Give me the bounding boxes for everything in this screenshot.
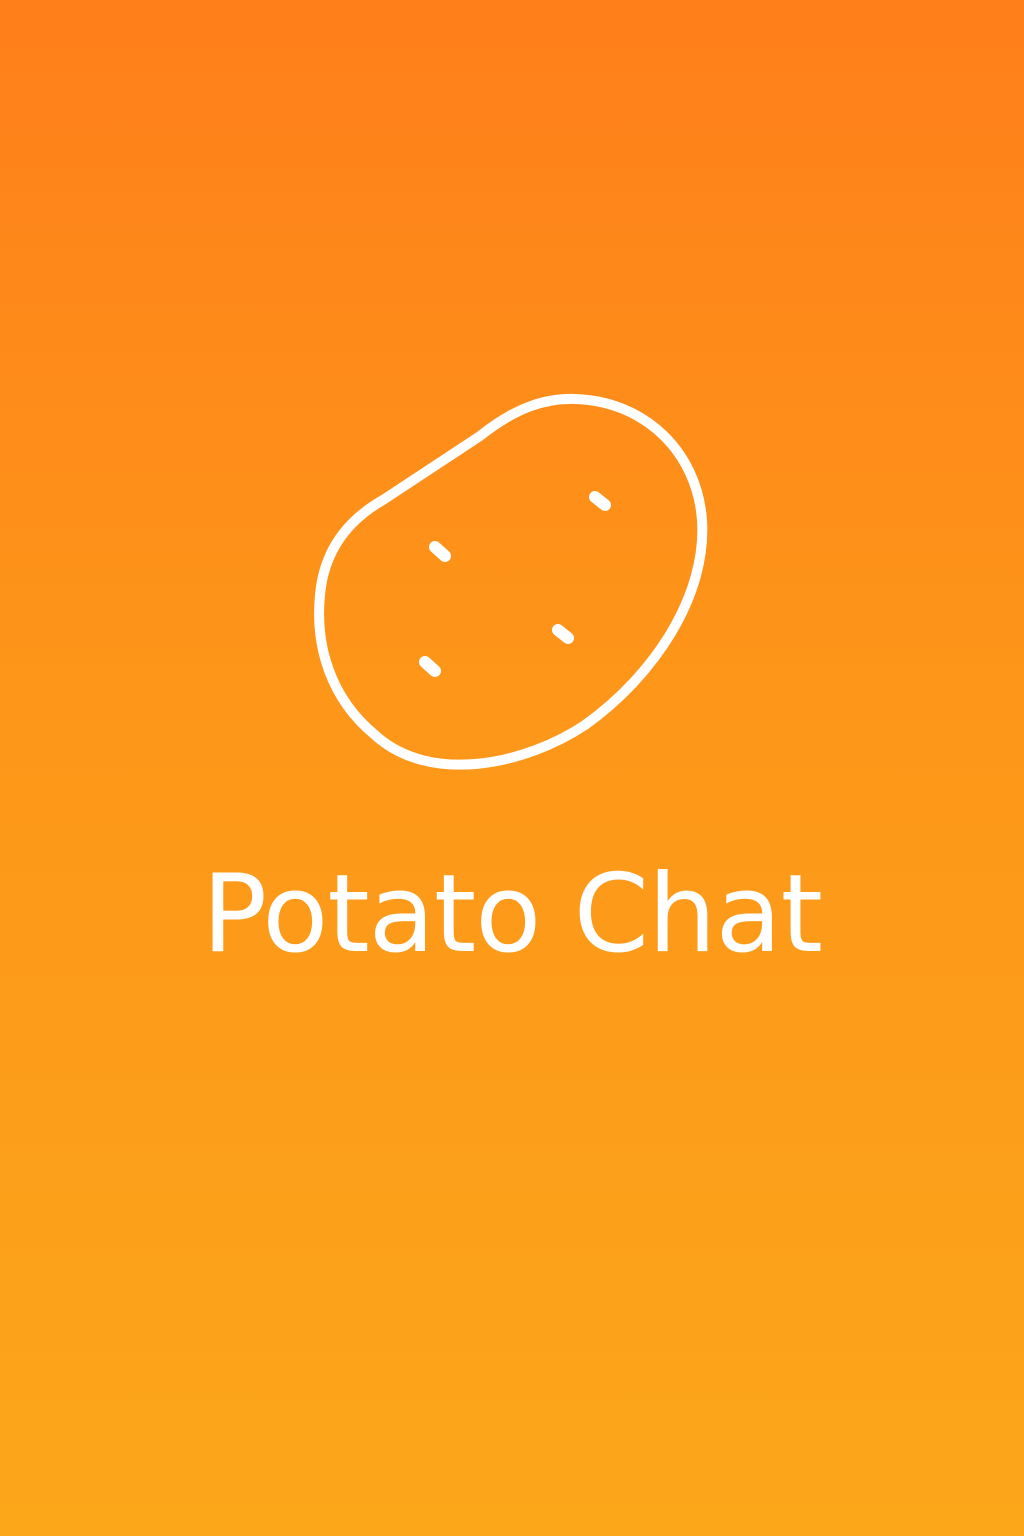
splash-screen: Potato Chat [0, 0, 1024, 1536]
potato-logo [300, 380, 724, 790]
app-title: Potato Chat [201, 852, 823, 977]
potato-icon [314, 393, 708, 770]
